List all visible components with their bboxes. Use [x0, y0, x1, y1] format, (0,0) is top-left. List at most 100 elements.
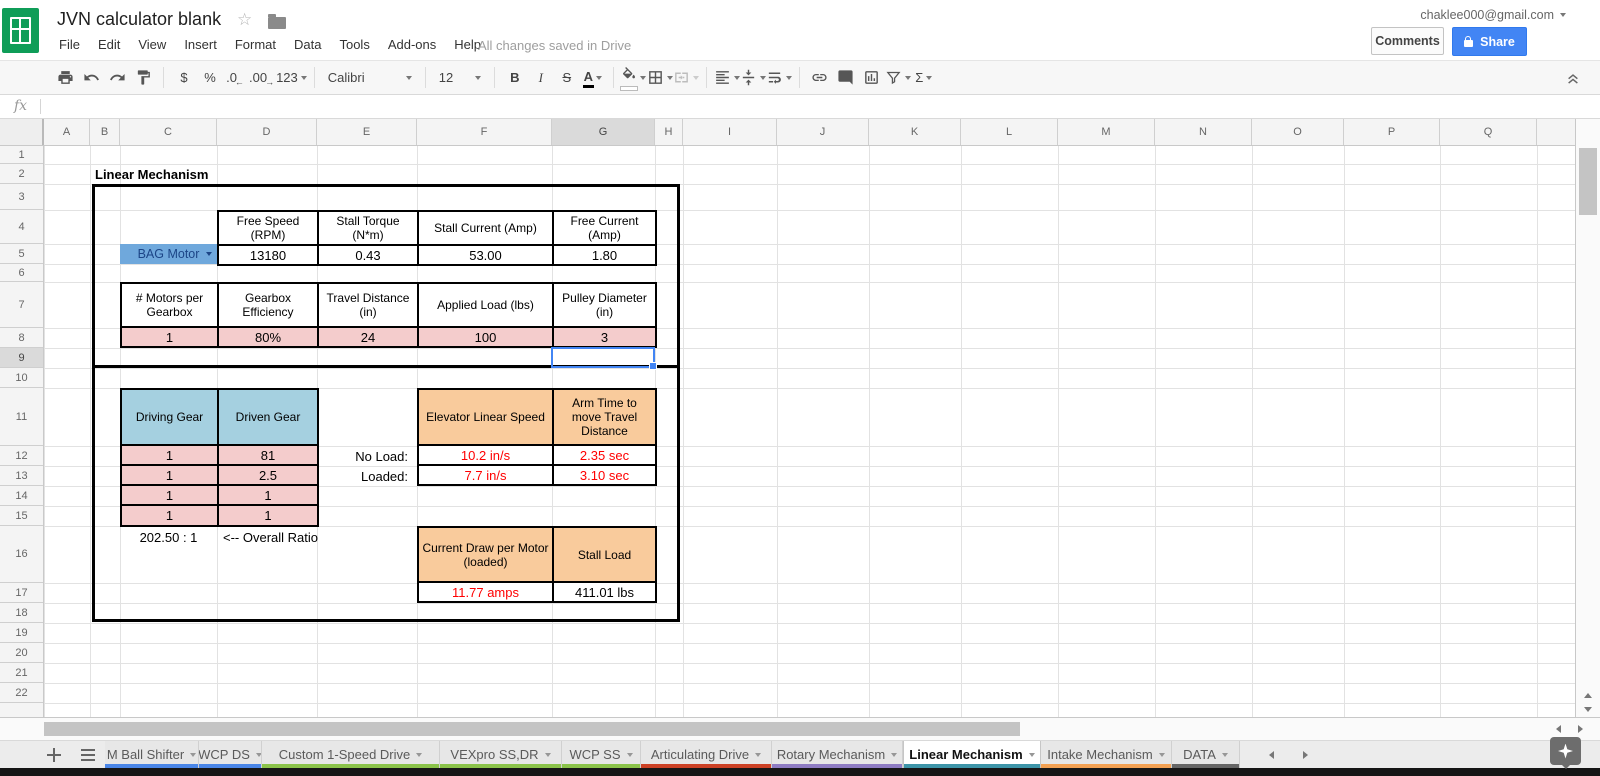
horizontal-scrollbar[interactable] [0, 717, 1600, 740]
borders-button[interactable] [647, 65, 673, 91]
select-all-corner[interactable] [0, 119, 44, 145]
sheet-tab-0[interactable]: M Ball Shifter [105, 741, 199, 768]
col-header-11[interactable]: L [961, 119, 1058, 145]
col-header-15[interactable]: P [1344, 119, 1440, 145]
param-value-cell[interactable]: 3 [554, 328, 655, 346]
sheet-tab-7[interactable]: Linear Mechanism [903, 741, 1041, 768]
sheet-tab-5[interactable]: Articulating Drive [641, 741, 772, 768]
speed-value-cell[interactable]: 7.7 in/s [419, 466, 554, 484]
sheet-tab-9[interactable]: DATA [1172, 741, 1240, 768]
row-header-11[interactable]: 12 [0, 446, 43, 466]
col-header-16[interactable]: Q [1440, 119, 1537, 145]
format-currency-button[interactable]: $ [171, 65, 197, 91]
param-value-cell[interactable]: 24 [319, 328, 419, 346]
row-header-4[interactable]: 5 [0, 244, 43, 264]
col-header-12[interactable]: M [1058, 119, 1155, 145]
row-header-8[interactable]: 9 [0, 348, 43, 368]
col-header-14[interactable]: O [1252, 119, 1344, 145]
text-color-button[interactable]: A [580, 65, 606, 91]
motor-header-cell[interactable]: Free Current (Amp) [554, 212, 655, 246]
tab-scroll-left-button[interactable] [1258, 741, 1284, 768]
param-value-cell[interactable]: 100 [419, 328, 554, 346]
motor-header-cell[interactable]: Free Speed (RPM) [219, 212, 319, 246]
row-header-6[interactable]: 7 [0, 282, 43, 328]
gear-value-cell[interactable]: 81 [219, 446, 317, 466]
col-header-7[interactable]: H [655, 119, 683, 145]
row-header-15[interactable]: 16 [0, 526, 43, 583]
gear-value-cell[interactable]: 1 [219, 486, 317, 506]
row-header-19[interactable]: 20 [0, 643, 43, 663]
overall-ratio-value[interactable]: 202.50 : 1 [120, 527, 217, 547]
vertical-scrollbar-thumb[interactable] [1579, 148, 1597, 215]
vertical-align-button[interactable] [740, 65, 766, 91]
row-header-14[interactable]: 15 [0, 506, 43, 526]
horizontal-scrollbar-thumb[interactable] [44, 722, 1020, 736]
star-icon[interactable]: ☆ [237, 10, 252, 30]
collapse-toolbar-button[interactable] [1560, 66, 1586, 90]
row-header-20[interactable]: 21 [0, 663, 43, 683]
menu-7[interactable]: Add-ons [386, 35, 438, 54]
chevron-down-icon[interactable] [1158, 752, 1165, 757]
row-header-13[interactable]: 14 [0, 486, 43, 506]
gear-header-cell[interactable]: Driven Gear [219, 390, 317, 446]
col-header-13[interactable]: N [1155, 119, 1252, 145]
chevron-down-icon[interactable] [1028, 752, 1035, 757]
col-header-3[interactable]: D [217, 119, 317, 145]
param-header-cell[interactable]: Applied Load (lbs) [419, 284, 554, 328]
more-formats-button[interactable]: 123 [276, 65, 307, 91]
font-family-select[interactable]: Calibri [322, 66, 418, 90]
chevron-down-icon[interactable] [190, 752, 197, 757]
font-size-select[interactable]: 12 [433, 66, 487, 90]
param-value-cell[interactable]: 80% [219, 328, 319, 346]
menu-4[interactable]: Format [233, 35, 278, 54]
col-header-4[interactable]: E [317, 119, 417, 145]
menu-2[interactable]: View [136, 35, 168, 54]
gear-value-cell[interactable]: 1 [122, 506, 219, 525]
gear-value-cell[interactable]: 1 [122, 486, 219, 506]
stall-load-value-cell[interactable]: 411.01 lbs [554, 583, 655, 601]
comments-button[interactable]: Comments [1371, 27, 1444, 55]
gear-header-cell[interactable]: Driving Gear [122, 390, 219, 446]
explore-button[interactable] [1550, 737, 1581, 769]
load-header-cell[interactable]: Current Draw per Motor (loaded) [419, 528, 554, 583]
functions-button[interactable]: Σ [911, 65, 937, 91]
gear-value-cell[interactable]: 1 [122, 446, 219, 466]
param-header-cell[interactable]: Travel Distance (in) [319, 284, 419, 328]
motor-header-cell[interactable]: Stall Torque (N*m) [319, 212, 419, 246]
sheets-logo-icon[interactable] [2, 8, 39, 53]
sheet-tab-6[interactable]: Rotary Mechanism [772, 741, 903, 768]
current-draw-value-cell[interactable]: 11.77 amps [419, 583, 554, 601]
sheet-tab-3[interactable]: VEXpro SS,DR [440, 741, 562, 768]
folder-icon[interactable] [268, 14, 286, 29]
scroll-up-button[interactable] [1576, 688, 1600, 702]
col-header-8[interactable]: I [683, 119, 777, 145]
col-header-1[interactable]: B [90, 119, 120, 145]
load-header-cell[interactable]: Stall Load [554, 528, 655, 583]
row-header-5[interactable]: 6 [0, 264, 43, 282]
col-header-6[interactable]: G [552, 119, 655, 145]
chevron-down-icon[interactable] [255, 752, 261, 757]
col-header-0[interactable]: A [44, 119, 90, 145]
selected-cell-G9[interactable] [551, 347, 657, 370]
speed-header-cell[interactable]: Elevator Linear Speed [419, 390, 554, 446]
strikethrough-button[interactable]: S [554, 65, 580, 91]
italic-button[interactable]: I [528, 65, 554, 91]
row-header-12[interactable]: 13 [0, 466, 43, 486]
redo-button[interactable] [104, 65, 130, 91]
param-header-cell[interactable]: # Motors per Gearbox [122, 284, 219, 328]
filter-button[interactable] [885, 65, 911, 91]
gear-value-cell[interactable]: 1 [122, 466, 219, 486]
row-header-0[interactable]: 1 [0, 146, 43, 164]
all-sheets-button[interactable] [74, 741, 102, 768]
motor-value-cell[interactable]: 53.00 [419, 246, 554, 264]
gear-value-cell[interactable]: 2.5 [219, 466, 317, 486]
scroll-down-button[interactable] [1576, 702, 1600, 716]
col-header-10[interactable]: K [869, 119, 961, 145]
speed-value-cell[interactable]: 10.2 in/s [419, 446, 554, 466]
insert-comment-button[interactable] [833, 65, 859, 91]
param-header-cell[interactable]: Pulley Diameter (in) [554, 284, 655, 328]
row-header-1[interactable]: 2 [0, 164, 43, 184]
formula-input[interactable] [48, 95, 1590, 118]
menu-1[interactable]: Edit [96, 35, 122, 54]
chevron-down-icon[interactable] [416, 752, 423, 757]
